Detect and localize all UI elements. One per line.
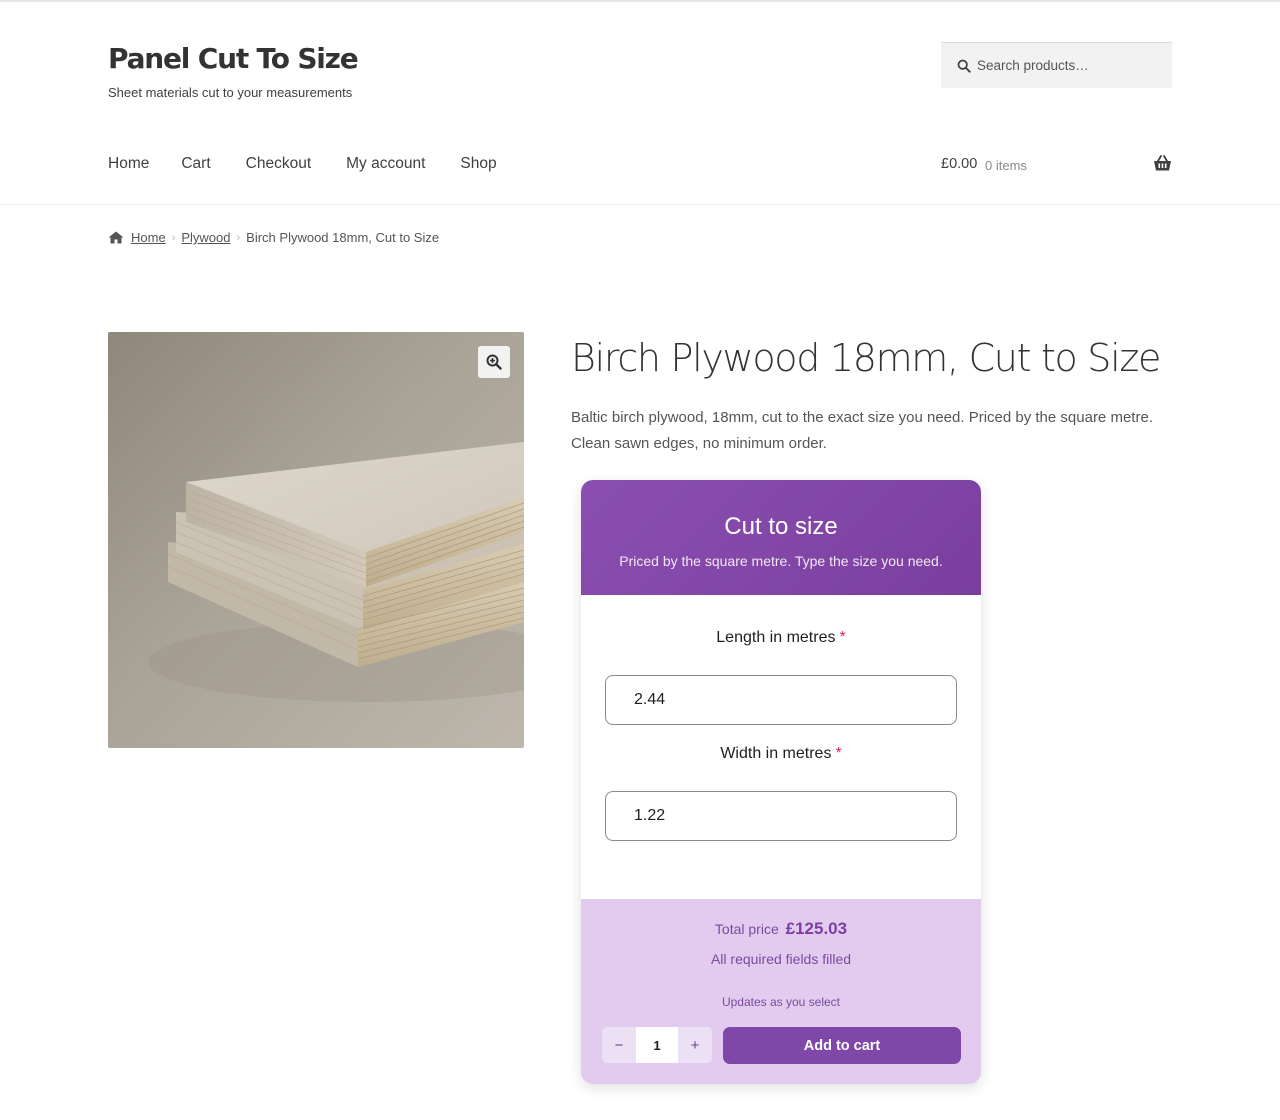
updates-note: Updates as you select: [721, 995, 841, 1009]
cut-to-size-calculator: Cut to size Priced by the square metre. …: [581, 480, 981, 1084]
calculator-title: Cut to size: [724, 513, 838, 540]
total-price-value: £125.03: [785, 919, 848, 938]
breadcrumb-separator-icon: ›: [171, 231, 176, 244]
zoom-in-icon: [486, 354, 502, 370]
primary-nav: Home Cart Checkout My account Shop: [108, 155, 529, 173]
plywood-photo: [108, 332, 524, 748]
required-marker: *: [835, 745, 842, 762]
breadcrumb-plywood[interactable]: Plywood: [181, 230, 230, 245]
calculator-header: Cut to size Priced by the square metre. …: [581, 480, 981, 595]
search-input[interactable]: [977, 58, 1157, 73]
product-title: Birch Plywood 18mm, Cut to Size: [571, 336, 1161, 380]
nav-item-home[interactable]: Home: [108, 155, 149, 173]
top-border: [0, 0, 1280, 2]
zoom-button[interactable]: [478, 346, 510, 378]
length-label: Length in metres *: [581, 629, 981, 647]
site-title[interactable]: Panel Cut To Size: [108, 42, 359, 75]
total-price-label: Total price: [714, 921, 779, 937]
nav-item-cart[interactable]: Cart: [181, 155, 210, 173]
breadcrumb: Home › Plywood › Birch Plywood 18mm, Cut…: [108, 230, 439, 245]
site-tagline: Sheet materials cut to your measurements: [108, 85, 353, 100]
validation-status: All required fields filled: [710, 951, 852, 967]
product-description: Baltic birch plywood, 18mm, cut to the e…: [571, 409, 1153, 452]
header-divider: [0, 204, 1280, 205]
quantity-stepper: − 1 +: [602, 1027, 712, 1063]
breadcrumb-current: Birch Plywood 18mm, Cut to Size: [246, 230, 440, 245]
breadcrumb-separator-icon: ›: [236, 231, 241, 244]
width-label-text: Width in metres: [720, 745, 832, 762]
total-price: Total price £125.03: [581, 919, 981, 939]
product-image[interactable]: [108, 332, 524, 748]
width-input[interactable]: [605, 791, 957, 841]
nav-item-checkout[interactable]: Checkout: [246, 155, 311, 173]
length-label-text: Length in metres: [716, 629, 836, 646]
nav-item-my-account[interactable]: My account: [346, 155, 425, 173]
quantity-decrease-button[interactable]: −: [602, 1027, 636, 1063]
required-marker: *: [839, 629, 846, 646]
calculator-subtitle: Priced by the square metre. Type the siz…: [619, 553, 943, 569]
quantity-increase-button[interactable]: +: [678, 1027, 712, 1063]
cart-total[interactable]: £0.00: [941, 156, 977, 172]
quantity-input[interactable]: 1: [636, 1027, 678, 1063]
add-to-cart-button[interactable]: Add to cart: [723, 1027, 961, 1064]
breadcrumb-home[interactable]: Home: [131, 230, 166, 245]
calculator-footer: Total price £125.03 All required fields …: [581, 899, 981, 1084]
basket-icon[interactable]: [1153, 155, 1172, 172]
cart-item-count[interactable]: 0 items: [985, 158, 1027, 173]
product-search[interactable]: [941, 42, 1172, 88]
search-icon: [957, 59, 971, 73]
width-label: Width in metres *: [581, 745, 981, 763]
length-input[interactable]: [605, 675, 957, 725]
home-icon: [108, 231, 124, 244]
nav-item-shop[interactable]: Shop: [460, 155, 496, 173]
